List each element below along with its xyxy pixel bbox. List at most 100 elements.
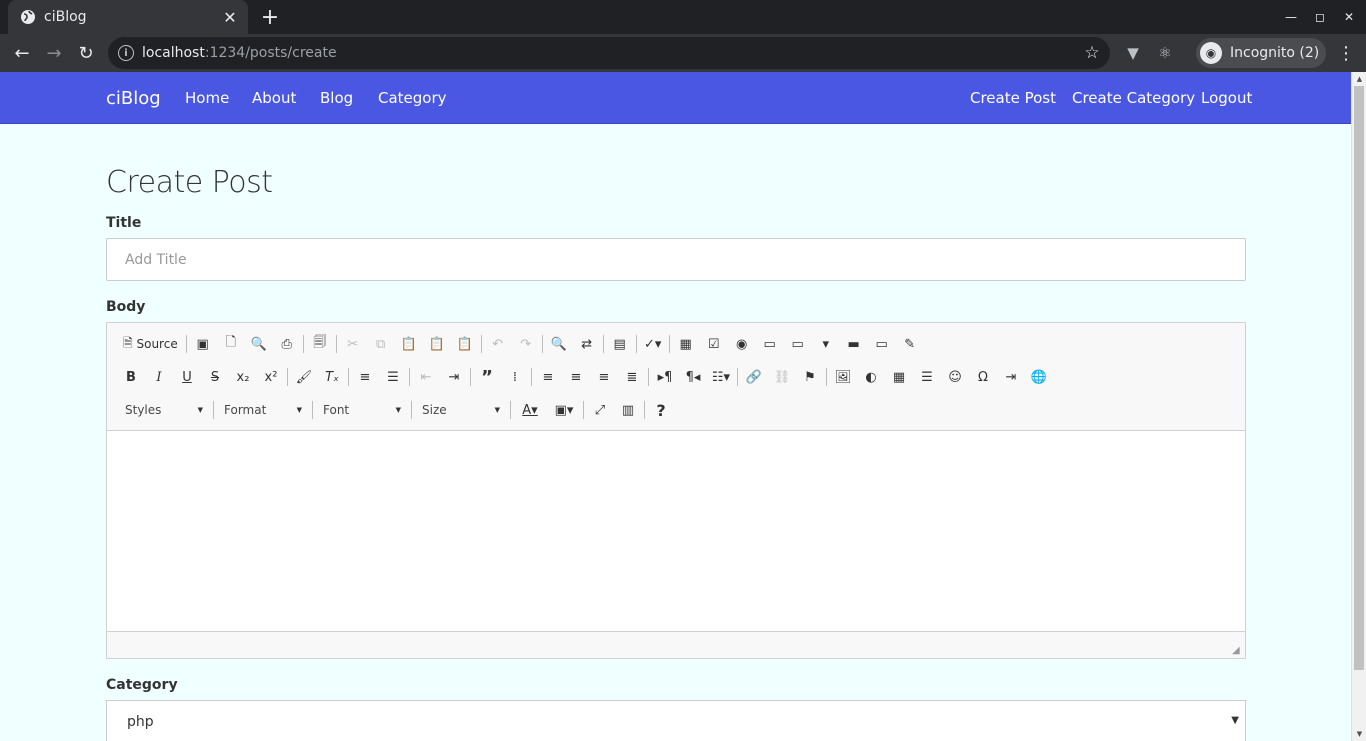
nav-link-logout[interactable]: Logout xyxy=(1201,72,1252,124)
forward-icon[interactable]: → xyxy=(40,39,68,67)
format-combo[interactable]: Format ▼ xyxy=(216,397,310,423)
unlink-icon[interactable]: ⛓ xyxy=(768,364,796,390)
editor-content-area[interactable] xyxy=(107,430,1245,631)
bookmark-star-icon[interactable]: ☆ xyxy=(1078,43,1106,63)
select-field-icon[interactable]: ▾ xyxy=(812,331,840,357)
cut-icon[interactable]: ✂ xyxy=(339,331,367,357)
nav-link-blog[interactable]: Blog xyxy=(320,72,353,124)
paste-icon[interactable]: 📋 xyxy=(395,331,423,357)
text-field-icon[interactable]: ▭ xyxy=(756,331,784,357)
browser-menu-icon[interactable]: ⋮ xyxy=(1336,42,1356,64)
nav-link-home[interactable]: Home xyxy=(185,72,229,124)
nav-link-create-category[interactable]: Create Category xyxy=(1072,72,1195,124)
numbered-list-icon[interactable]: ≡ xyxy=(351,364,379,390)
bold-icon[interactable]: B xyxy=(117,364,145,390)
special-char-icon[interactable]: Ω xyxy=(969,364,997,390)
indent-icon[interactable]: ⇥ xyxy=(440,364,468,390)
back-icon[interactable]: ← xyxy=(8,39,36,67)
browser-tab[interactable]: ciBlog ✕ xyxy=(8,0,248,34)
show-blocks-icon[interactable]: ▥ xyxy=(614,397,642,423)
link-icon[interactable]: 🔗 xyxy=(740,364,768,390)
close-tab-icon[interactable]: ✕ xyxy=(218,5,242,29)
blockquote-icon[interactable]: ” xyxy=(473,364,501,390)
redo-icon[interactable]: ↷ xyxy=(512,331,540,357)
ltr-icon[interactable]: ▸¶ xyxy=(651,364,679,390)
category-select[interactable]: php ▼ xyxy=(106,700,1246,741)
language-icon[interactable]: ☷▾ xyxy=(707,364,735,390)
image-button-icon[interactable]: ▭ xyxy=(868,331,896,357)
radio-icon[interactable]: ◉ xyxy=(728,331,756,357)
font-combo[interactable]: Font ▼ xyxy=(315,397,409,423)
select-all-icon[interactable]: ▤ xyxy=(606,331,634,357)
nav-link-create-post[interactable]: Create Post xyxy=(970,72,1056,124)
new-tab-icon[interactable]: + xyxy=(256,5,284,30)
align-left-icon[interactable]: ≡ xyxy=(534,364,562,390)
smiley-icon[interactable]: ☺ xyxy=(941,364,969,390)
minimize-icon[interactable]: — xyxy=(1276,0,1306,34)
subscript-icon[interactable]: x₂ xyxy=(229,364,257,390)
hidden-field-icon[interactable]: ✎ xyxy=(896,331,924,357)
print-icon[interactable]: ⎙ xyxy=(273,331,301,357)
source-button[interactable]: 🗎 Source xyxy=(117,331,184,357)
replace-icon[interactable]: ⇄ xyxy=(573,331,601,357)
superscript-icon[interactable]: x² xyxy=(257,364,285,390)
text-color-icon[interactable]: A▾ xyxy=(513,397,547,423)
flash-icon[interactable]: ◐ xyxy=(857,364,885,390)
paste-word-icon[interactable]: 📋 xyxy=(451,331,479,357)
page-break-icon[interactable]: ⇥ xyxy=(997,364,1025,390)
address-bar[interactable]: i localhost:1234/posts/create ☆ xyxy=(108,37,1110,69)
copy-icon[interactable]: ⧉ xyxy=(367,331,395,357)
url-text[interactable]: localhost:1234/posts/create xyxy=(142,45,1078,61)
templates-icon[interactable]: 🗐 xyxy=(306,331,334,357)
help-icon[interactable]: ? xyxy=(647,397,675,423)
find-icon[interactable]: 🔍 xyxy=(545,331,573,357)
nav-link-category[interactable]: Category xyxy=(378,72,447,124)
italic-icon[interactable]: I xyxy=(145,364,173,390)
title-input[interactable]: Add Title xyxy=(106,238,1246,281)
styles-combo[interactable]: Styles ▼ xyxy=(117,397,211,423)
size-combo[interactable]: Size ▼ xyxy=(414,397,508,423)
checkbox-icon[interactable]: ☑ xyxy=(700,331,728,357)
strikethrough-icon[interactable]: S xyxy=(201,364,229,390)
outdent-icon[interactable]: ⇤ xyxy=(412,364,440,390)
horizontal-rule-icon[interactable]: ☰ xyxy=(913,364,941,390)
save-icon[interactable]: ▣ xyxy=(189,331,217,357)
spellcheck-icon[interactable]: ✓▾ xyxy=(639,331,667,357)
info-icon[interactable]: i xyxy=(118,45,134,61)
background-color-icon[interactable]: ▣▾ xyxy=(547,397,581,423)
new-page-icon[interactable]: 🗋 xyxy=(217,331,245,357)
scroll-up-icon[interactable]: ▲ xyxy=(1352,72,1366,86)
align-right-icon[interactable]: ≡ xyxy=(590,364,618,390)
scrollbar-thumb[interactable] xyxy=(1354,86,1364,670)
scroll-down-icon[interactable]: ▼ xyxy=(1352,727,1366,741)
bulleted-list-icon[interactable]: ☰ xyxy=(379,364,407,390)
remove-format-icon[interactable]: Tₓ xyxy=(318,364,346,390)
anchor-flag-icon[interactable]: ⚑ xyxy=(796,364,824,390)
react-devtools-icon[interactable]: ⚛ xyxy=(1154,42,1176,64)
copy-format-icon[interactable]: 🖌 xyxy=(290,364,318,390)
textarea-icon[interactable]: ▭ xyxy=(784,331,812,357)
resize-handle-icon[interactable]: ◢ xyxy=(1232,645,1242,656)
brand-link[interactable]: ciBlog xyxy=(106,72,161,124)
incognito-profile-button[interactable]: ◉ Incognito (2) xyxy=(1196,38,1326,68)
undo-icon[interactable]: ↶ xyxy=(484,331,512,357)
form-icon[interactable]: ▦ xyxy=(672,331,700,357)
button-icon[interactable]: ▬ xyxy=(840,331,868,357)
image-icon[interactable]: 🖼 xyxy=(829,364,857,390)
iframe-icon[interactable]: 🌐 xyxy=(1025,364,1053,390)
maximize-editor-icon[interactable]: ⤢ xyxy=(586,397,614,423)
vertical-scrollbar[interactable]: ▲ ▼ xyxy=(1351,72,1366,741)
preview-icon[interactable]: 🔍 xyxy=(245,331,273,357)
div-container-icon[interactable]: ⁞ xyxy=(501,364,529,390)
vue-devtools-icon[interactable]: ▼ xyxy=(1122,42,1144,64)
table-icon[interactable]: ▦ xyxy=(885,364,913,390)
paste-text-icon[interactable]: 📋 xyxy=(423,331,451,357)
justify-icon[interactable]: ≣ xyxy=(618,364,646,390)
underline-icon[interactable]: U xyxy=(173,364,201,390)
nav-link-about[interactable]: About xyxy=(252,72,296,124)
maximize-icon[interactable]: ◻ xyxy=(1305,0,1335,34)
reload-icon[interactable]: ↻ xyxy=(72,39,100,67)
rtl-icon[interactable]: ¶◂ xyxy=(679,364,707,390)
close-window-icon[interactable]: ✕ xyxy=(1334,0,1364,34)
align-center-icon[interactable]: ≡ xyxy=(562,364,590,390)
